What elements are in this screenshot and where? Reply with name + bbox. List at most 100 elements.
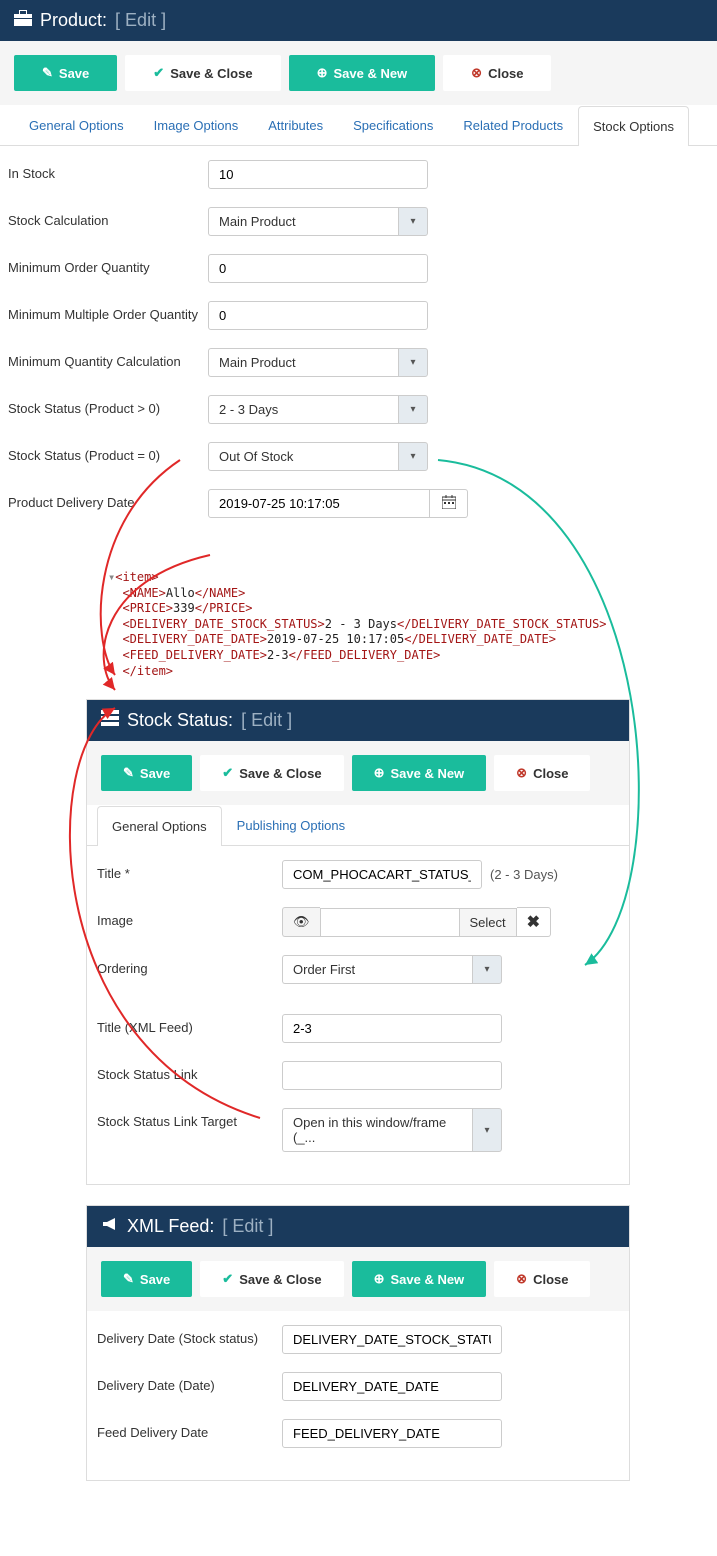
eye-icon: 👁 bbox=[293, 914, 310, 929]
tab-specifications[interactable]: Specifications bbox=[338, 105, 448, 145]
pencil-icon: ✎ bbox=[123, 765, 134, 781]
min-qty-calc-select[interactable]: Main Product ▾ bbox=[208, 348, 428, 377]
stock-status-tabs: General Options Publishing Options bbox=[87, 805, 629, 846]
xml-feed-panel: XML Feed: [ Edit ] ✎ Save ✔ Save & Close… bbox=[86, 1205, 630, 1481]
plus-circle-icon: ⊕ bbox=[317, 65, 328, 81]
calendar-button[interactable] bbox=[430, 489, 468, 518]
min-order-qty-label: Minimum Order Quantity bbox=[8, 254, 208, 275]
xml-feed-title: XML Feed: bbox=[127, 1216, 214, 1237]
tab-general-options[interactable]: General Options bbox=[14, 105, 139, 145]
xf-feed-dd-label: Feed Delivery Date bbox=[97, 1419, 282, 1440]
ss-image-clear-button[interactable]: ✖ bbox=[517, 907, 551, 937]
check-icon: ✔ bbox=[153, 65, 164, 81]
in-stock-label: In Stock bbox=[8, 160, 208, 181]
ss-link-target-select[interactable]: Open in this window/frame (_... ▾ bbox=[282, 1108, 502, 1152]
xf-save-new-button[interactable]: ⊕ Save & New bbox=[352, 1261, 487, 1297]
ss-image-preview-button[interactable]: 👁 bbox=[282, 907, 320, 937]
product-toolbar: ✎ Save ✔ Save & Close ⊕ Save & New ⊗ Clo… bbox=[0, 41, 717, 105]
plus-circle-icon: ⊕ bbox=[374, 765, 385, 781]
xf-save-button[interactable]: ✎ Save bbox=[101, 1261, 192, 1297]
product-panel-title: Product: bbox=[40, 10, 107, 31]
chevron-down-icon: ▾ bbox=[398, 395, 428, 424]
ss-image-path bbox=[320, 908, 460, 937]
save-new-button[interactable]: ⊕ Save & New bbox=[289, 55, 436, 91]
stock-calc-label: Stock Calculation bbox=[8, 207, 208, 228]
plus-circle-icon: ⊕ bbox=[374, 1271, 385, 1287]
min-qty-calc-value: Main Product bbox=[208, 348, 398, 377]
xf-save-close-button[interactable]: ✔ Save & Close bbox=[200, 1261, 343, 1297]
stock-status-eq0-label: Stock Status (Product = 0) bbox=[8, 442, 208, 463]
pencil-icon: ✎ bbox=[42, 65, 53, 81]
xml-feed-header: XML Feed: [ Edit ] bbox=[87, 1206, 629, 1247]
megaphone-icon bbox=[101, 1216, 119, 1237]
xf-feed-dd-input[interactable] bbox=[282, 1419, 502, 1448]
stock-calc-select[interactable]: Main Product ▾ bbox=[208, 207, 428, 236]
ss-save-new-button[interactable]: ⊕ Save & New bbox=[352, 755, 487, 791]
save-close-button[interactable]: ✔ Save & Close bbox=[125, 55, 280, 91]
stock-status-panel: Stock Status: [ Edit ] ✎ Save ✔ Save & C… bbox=[86, 699, 630, 1185]
min-qty-calc-label: Minimum Quantity Calculation bbox=[8, 348, 208, 369]
ss-title-hint: (2 - 3 Days) bbox=[490, 867, 558, 882]
xml-snippet: ▾<item> <NAME>Allo</NAME> <PRICE>339</PR… bbox=[108, 570, 717, 679]
xf-dd-date-label: Delivery Date (Date) bbox=[97, 1372, 282, 1393]
min-mult-order-qty-label: Minimum Multiple Order Quantity bbox=[8, 301, 208, 322]
save-close-label: Save & Close bbox=[170, 66, 252, 81]
save-button[interactable]: ✎ Save bbox=[14, 55, 117, 91]
x-circle-icon: ⊗ bbox=[516, 765, 527, 781]
chevron-down-icon: ▾ bbox=[472, 955, 502, 984]
product-form: In Stock Stock Calculation Main Product … bbox=[0, 146, 717, 550]
pencil-icon: ✎ bbox=[123, 1271, 134, 1287]
calendar-icon bbox=[442, 495, 456, 512]
x-circle-icon: ⊗ bbox=[516, 1271, 527, 1287]
ss-title-label: Title * bbox=[97, 860, 282, 881]
ss-image-select-button[interactable]: Select bbox=[460, 908, 517, 937]
ss-link-input[interactable] bbox=[282, 1061, 502, 1090]
xf-close-button[interactable]: ⊗ Close bbox=[494, 1261, 590, 1297]
ss-tab-general[interactable]: General Options bbox=[97, 806, 222, 846]
ss-link-label: Stock Status Link bbox=[97, 1061, 282, 1082]
stock-status-title: Stock Status: bbox=[127, 710, 233, 731]
ss-link-target-label: Stock Status Link Target bbox=[97, 1108, 282, 1129]
tab-image-options[interactable]: Image Options bbox=[139, 105, 254, 145]
ss-tab-publishing[interactable]: Publishing Options bbox=[222, 805, 360, 845]
xf-dd-stock-input[interactable] bbox=[282, 1325, 502, 1354]
tab-stock-options[interactable]: Stock Options bbox=[578, 106, 689, 146]
product-tabs: General Options Image Options Attributes… bbox=[0, 105, 717, 146]
check-icon: ✔ bbox=[222, 1271, 233, 1287]
in-stock-input[interactable] bbox=[208, 160, 428, 189]
min-mult-order-qty-input[interactable] bbox=[208, 301, 428, 330]
ss-title-xml-label: Title (XML Feed) bbox=[97, 1014, 282, 1035]
ss-title-input[interactable] bbox=[282, 860, 482, 889]
ss-close-button[interactable]: ⊗ Close bbox=[494, 755, 590, 791]
stock-status-gt0-label: Stock Status (Product > 0) bbox=[8, 395, 208, 416]
close-button[interactable]: ⊗ Close bbox=[443, 55, 551, 91]
stock-status-eq0-value: Out Of Stock bbox=[208, 442, 398, 471]
chevron-down-icon: ▾ bbox=[472, 1108, 502, 1152]
stack-icon bbox=[101, 710, 119, 731]
xf-dd-date-input[interactable] bbox=[282, 1372, 502, 1401]
xml-feed-form: Delivery Date (Stock status) Delivery Da… bbox=[87, 1311, 629, 1480]
xf-dd-stock-label: Delivery Date (Stock status) bbox=[97, 1325, 282, 1346]
ss-title-xml-input[interactable] bbox=[282, 1014, 502, 1043]
ss-save-close-button[interactable]: ✔ Save & Close bbox=[200, 755, 343, 791]
stock-status-gt0-value: 2 - 3 Days bbox=[208, 395, 398, 424]
xml-feed-edit-suffix: [ Edit ] bbox=[222, 1216, 273, 1237]
check-icon: ✔ bbox=[222, 765, 233, 781]
product-panel-header: Product: [ Edit ] bbox=[0, 0, 717, 41]
stock-status-header: Stock Status: [ Edit ] bbox=[87, 700, 629, 741]
ss-ordering-select[interactable]: Order First ▾ bbox=[282, 955, 502, 984]
chevron-down-icon: ▾ bbox=[398, 442, 428, 471]
stock-status-form: Title * (2 - 3 Days) Image 👁 Select ✖ Or… bbox=[87, 846, 629, 1184]
x-icon: ✖ bbox=[527, 914, 540, 931]
tab-related-products[interactable]: Related Products bbox=[448, 105, 578, 145]
stock-status-gt0-select[interactable]: 2 - 3 Days ▾ bbox=[208, 395, 428, 424]
stock-status-eq0-select[interactable]: Out Of Stock ▾ bbox=[208, 442, 428, 471]
ss-save-button[interactable]: ✎ Save bbox=[101, 755, 192, 791]
xml-feed-toolbar: ✎ Save ✔ Save & Close ⊕ Save & New ⊗ Clo… bbox=[87, 1247, 629, 1311]
save-new-label: Save & New bbox=[333, 66, 407, 81]
stock-calc-value: Main Product bbox=[208, 207, 398, 236]
close-label: Close bbox=[488, 66, 523, 81]
min-order-qty-input[interactable] bbox=[208, 254, 428, 283]
tab-attributes[interactable]: Attributes bbox=[253, 105, 338, 145]
delivery-date-input[interactable] bbox=[208, 489, 430, 518]
